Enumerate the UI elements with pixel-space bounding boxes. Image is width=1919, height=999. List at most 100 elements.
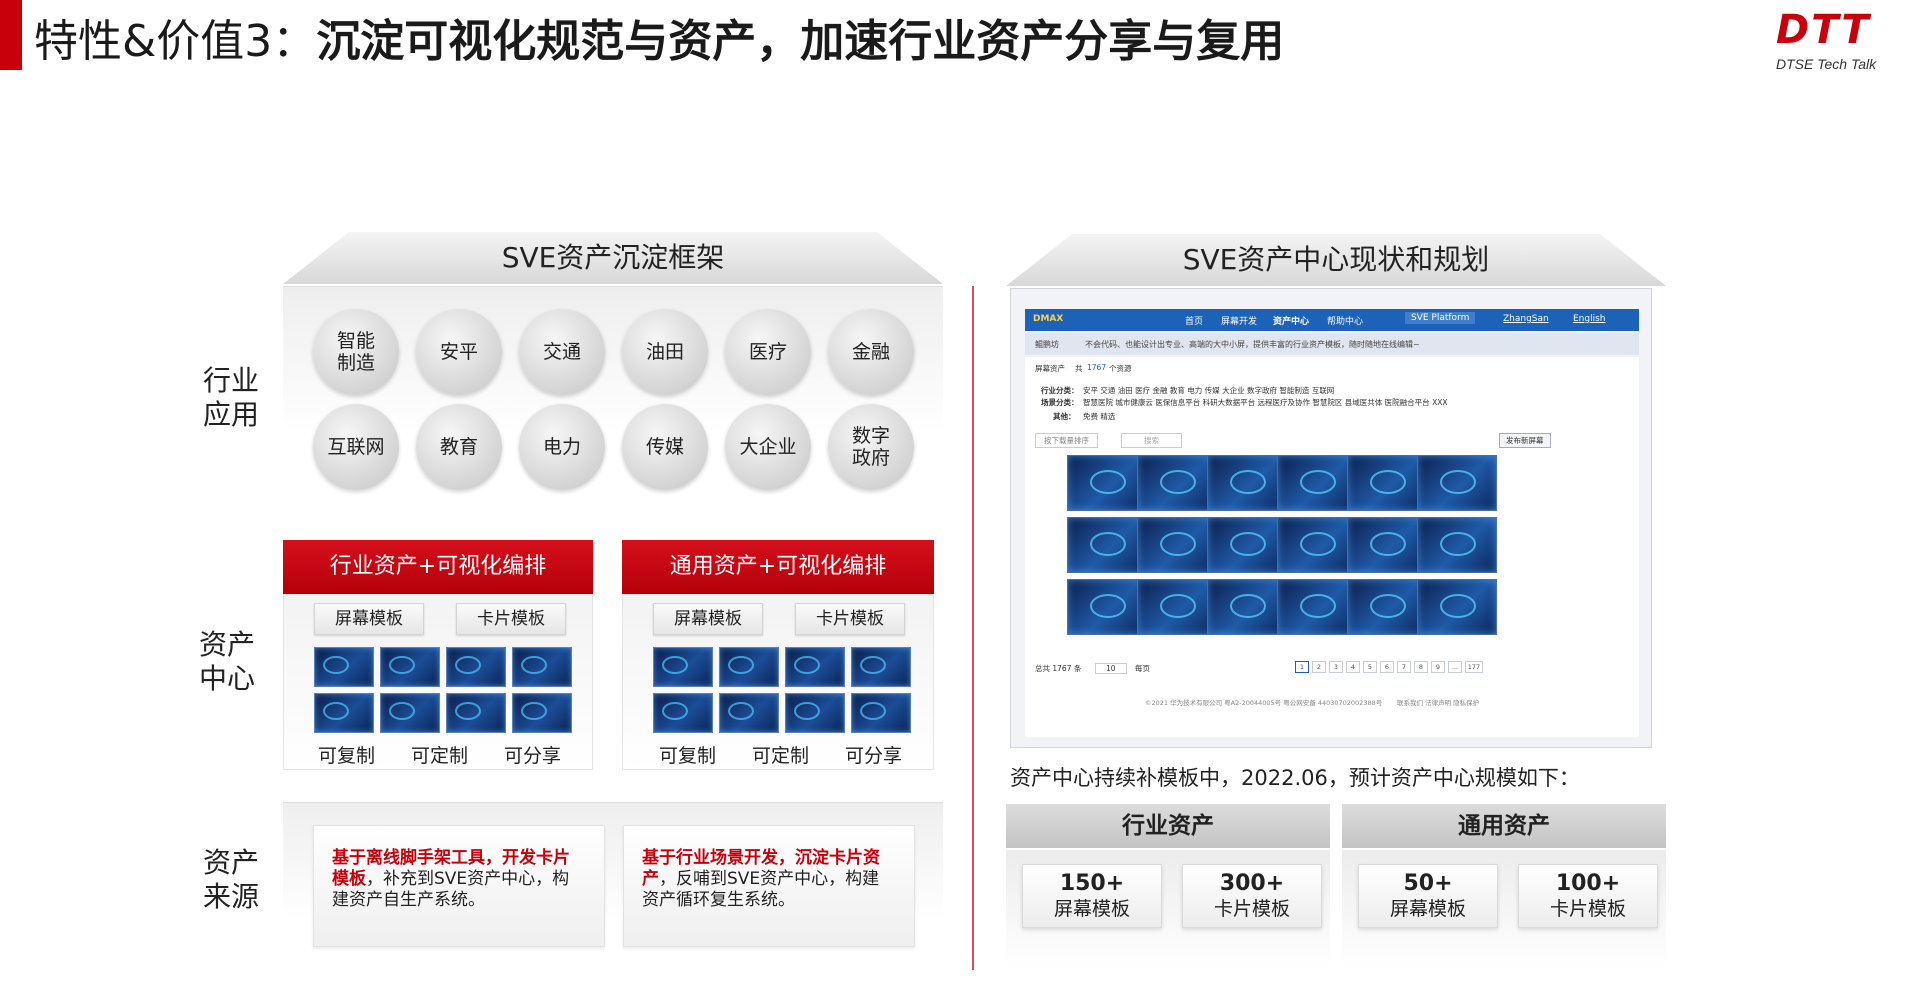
total-count: 总共 1767 条 bbox=[1035, 664, 1082, 673]
template-thumbnail[interactable] bbox=[785, 693, 845, 733]
card-template-tab[interactable]: 卡片模板 bbox=[795, 603, 905, 635]
general-asset-panel: 通用资产+可视化编排 屏幕模板 卡片模板 可复制 可定制 可分享 bbox=[622, 540, 934, 770]
screen-thumbnail[interactable] bbox=[1067, 455, 1147, 511]
template-thumbnail[interactable] bbox=[785, 647, 845, 687]
page-button[interactable]: 6 bbox=[1380, 661, 1394, 673]
filter-other-label: 其他： bbox=[1053, 412, 1076, 421]
industry-circle: 安平 bbox=[416, 309, 502, 395]
page-button[interactable]: 9 bbox=[1431, 661, 1445, 673]
template-thumbnail[interactable] bbox=[851, 693, 911, 733]
crumb: 屏幕资产 bbox=[1035, 364, 1065, 373]
screen-template-tab[interactable]: 屏幕模板 bbox=[653, 603, 763, 635]
count-value: 1767 bbox=[1087, 363, 1107, 372]
page-button[interactable]: 2 bbox=[1312, 661, 1326, 673]
screen-template-tab[interactable]: 屏幕模板 bbox=[314, 603, 424, 635]
source-text: ，反哺到SVE资产中心，构建资产循环复生系统。 bbox=[642, 869, 880, 910]
footer-links[interactable]: 联系我们 法律声明 隐私保护 bbox=[1397, 697, 1479, 707]
framework-title: SVE资产沉淀框架 bbox=[501, 241, 725, 274]
screen-thumbnail[interactable] bbox=[1207, 455, 1287, 511]
industry-circle: 教育 bbox=[416, 404, 502, 490]
publish-button[interactable]: 发布新屏幕 bbox=[1499, 433, 1551, 448]
panel-title: 通用资产+可视化编排 bbox=[622, 540, 934, 594]
nav-user[interactable]: ZhangSan bbox=[1503, 314, 1549, 324]
caption-customizable: 可定制 bbox=[752, 745, 810, 767]
page-button[interactable]: 5 bbox=[1363, 661, 1377, 673]
page-button[interactable]: 7 bbox=[1397, 661, 1411, 673]
template-thumbnail[interactable] bbox=[653, 647, 713, 687]
template-thumbnail[interactable] bbox=[314, 693, 374, 733]
screen-thumbnail[interactable] bbox=[1207, 517, 1287, 573]
industry-label: 数字 政府 bbox=[851, 425, 890, 469]
count-suffix: 个资源 bbox=[1109, 364, 1132, 373]
industry-label: 教育 bbox=[439, 436, 478, 458]
source-box-scenario: 基于行业场景开发，沉淀卡片资产，反哺到SVE资产中心，构建资产循环复生系统。 bbox=[623, 825, 915, 947]
plan-area-industry: 150+ 屏幕模板 300+ 卡片模板 bbox=[1006, 850, 1330, 970]
industry-circle: 大企业 bbox=[725, 404, 811, 490]
industry-label: 大企业 bbox=[739, 436, 797, 458]
nav-language[interactable]: English bbox=[1573, 314, 1606, 324]
screen-thumbnail[interactable] bbox=[1137, 517, 1217, 573]
plan-area-general: 50+ 屏幕模板 100+ 卡片模板 bbox=[1342, 850, 1666, 970]
screen-thumbnail[interactable] bbox=[1067, 579, 1147, 635]
nav-screen-dev[interactable]: 屏幕开发 bbox=[1221, 314, 1257, 327]
page-button[interactable]: 1 bbox=[1295, 661, 1309, 673]
screen-thumbnail[interactable] bbox=[1347, 455, 1427, 511]
banner-text: 不会代码、也能设计出专业、高端的大中小屏，提供丰富的行业资产模板，随时随地在线编… bbox=[1085, 340, 1420, 349]
template-thumbnail[interactable] bbox=[719, 647, 779, 687]
industry-circle: 互联网 bbox=[313, 404, 399, 490]
screen-thumbnail[interactable] bbox=[1137, 579, 1217, 635]
filter-industry-label: 行业分类： bbox=[1041, 386, 1079, 395]
screen-thumbnail[interactable] bbox=[1207, 579, 1287, 635]
search-box[interactable]: 搜索 bbox=[1121, 433, 1182, 448]
screen-thumbnail[interactable] bbox=[1417, 455, 1497, 511]
plan-title-general: 通用资产 bbox=[1342, 804, 1666, 848]
filter-other[interactable]: 免费 精选 bbox=[1083, 411, 1115, 422]
template-thumbnail[interactable] bbox=[380, 693, 440, 733]
source-panel: 基于离线脚手架工具，开发卡片模板，补充到SVE资产中心，构建资产自生产系统。 基… bbox=[283, 802, 943, 970]
nav-search[interactable]: SVE Platform bbox=[1405, 312, 1476, 324]
screen-thumbnail[interactable] bbox=[1137, 455, 1217, 511]
screen-thumbnail[interactable] bbox=[1277, 579, 1357, 635]
template-thumbnail[interactable] bbox=[512, 647, 572, 687]
source-text: ，补充到SVE资产中心，构建资产自生产系统。 bbox=[332, 869, 570, 910]
screen-thumbnail[interactable] bbox=[1417, 579, 1497, 635]
sort-select[interactable]: 按下载量排序 bbox=[1035, 433, 1098, 448]
nav-help[interactable]: 帮助中心 bbox=[1327, 314, 1363, 327]
screen-thumbnail[interactable] bbox=[1417, 517, 1497, 573]
industry-circle: 数字 政府 bbox=[828, 404, 914, 490]
page-size-select[interactable]: 10 bbox=[1095, 663, 1127, 674]
page-button[interactable]: 8 bbox=[1414, 661, 1428, 673]
dtt-logo: DTT DTSE Tech Talk bbox=[1776, 8, 1906, 78]
screen-thumbnail[interactable] bbox=[1347, 517, 1427, 573]
page-button[interactable]: 3 bbox=[1329, 661, 1343, 673]
template-thumbnail[interactable] bbox=[314, 647, 374, 687]
count-prefix: 共 bbox=[1075, 364, 1083, 373]
screen-thumbnail[interactable] bbox=[1277, 517, 1357, 573]
industry-circle: 传媒 bbox=[622, 404, 708, 490]
panel-title: 行业资产+可视化编排 bbox=[283, 540, 593, 594]
template-thumbnail[interactable] bbox=[380, 647, 440, 687]
plan-description: 资产中心持续补模板中，2022.06，预计资产中心规模如下： bbox=[1010, 766, 1580, 790]
screen-thumbnail[interactable] bbox=[1347, 579, 1427, 635]
template-thumbnail[interactable] bbox=[719, 693, 779, 733]
card-template-tab[interactable]: 卡片模板 bbox=[456, 603, 566, 635]
template-thumbnail[interactable] bbox=[512, 693, 572, 733]
screen-thumbnail[interactable] bbox=[1277, 455, 1357, 511]
page-button[interactable]: 177 bbox=[1465, 661, 1483, 673]
filter-industry[interactable]: 安平 交通 油田 医疗 金融 教育 电力 传媒 大企业 数字政府 智能制造 互联… bbox=[1083, 385, 1334, 396]
template-thumbnail[interactable] bbox=[446, 647, 506, 687]
template-thumbnail[interactable] bbox=[851, 647, 911, 687]
industry-circle: 油田 bbox=[622, 309, 708, 395]
stat-number: 150+ bbox=[1059, 871, 1125, 896]
nav-home[interactable]: 首页 bbox=[1185, 314, 1203, 327]
industry-asset-panel: 行业资产+可视化编排 屏幕模板 卡片模板 可复制 可定制 可分享 bbox=[283, 540, 593, 770]
filter-scene-label: 场景分类： bbox=[1041, 398, 1079, 407]
page-button[interactable]: 4 bbox=[1346, 661, 1360, 673]
nav-asset-center[interactable]: 资产中心 bbox=[1273, 314, 1309, 327]
template-thumbnail[interactable] bbox=[653, 693, 713, 733]
screen-thumbnail[interactable] bbox=[1067, 517, 1147, 573]
pagination: 1 2 3 4 5 6 7 8 9 ... 177 bbox=[1295, 661, 1555, 675]
dmax-brand: DMAX bbox=[1033, 314, 1064, 324]
template-thumbnail[interactable] bbox=[446, 693, 506, 733]
filter-scene[interactable]: 智慧医院 城市健康云 医保信息平台 科研大数据平台 远程医疗及协作 智慧院区 县… bbox=[1083, 397, 1447, 408]
